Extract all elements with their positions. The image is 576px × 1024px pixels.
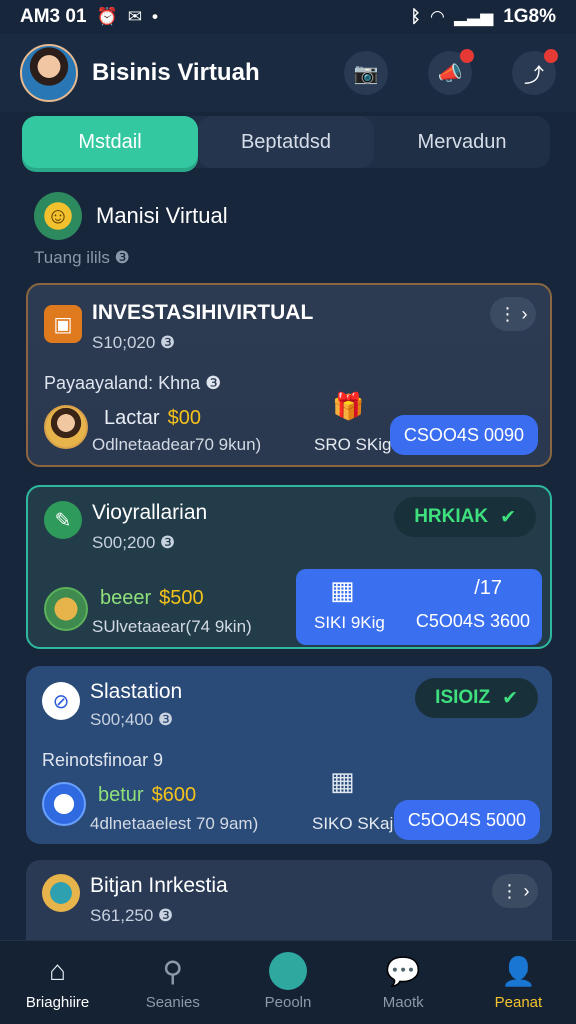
card-open-button[interactable]: ⋮ › (490, 297, 536, 331)
card-mini-sub: Odlnetaadear70 9kun) (92, 435, 262, 454)
card-amount: S00;200 ❸ (92, 533, 176, 552)
card-open-button[interactable]: ⋮ › (492, 874, 538, 908)
card-title: INVESTASIHIVIRTUAL (92, 301, 314, 324)
camera-icon: 📷 (353, 62, 379, 85)
card-title: Slastation (90, 680, 183, 703)
battery-level: 1G8% (503, 6, 556, 27)
chevron-right-icon: ⋮ › (500, 880, 530, 901)
card-amount: S61,250 ❸ (90, 906, 174, 925)
card-amount: S10;020 ❸ (92, 333, 176, 352)
investment-card[interactable]: ⊘ Slastation S00;400 ❸ ISIOIZ ✔ Reinotsf… (26, 666, 552, 844)
share-icon: ⤴ (524, 64, 544, 87)
investment-card[interactable]: ✎ Vioyrallarian S00;200 ❸ HRKIAK ✔ beeer… (26, 485, 552, 649)
mini-label: Lactar (104, 407, 160, 429)
nav-people[interactable]: Peooln (230, 941, 345, 1024)
status-badge[interactable]: ISIOIZ ✔ (415, 678, 538, 718)
avatar[interactable] (20, 44, 78, 102)
card-row-label: Reinotsfinoar 9 (42, 750, 164, 770)
card-mini-sub: 4dlnetaaelest 70 9am) (90, 814, 259, 833)
investment-panel[interactable]: ▦ SIKI 9Kig /17 C5O04S 3600 (296, 569, 542, 645)
mini-label: beeer (100, 587, 152, 609)
message-icon: ✉ (127, 7, 142, 26)
status-bar: AM3 01 ⏰ ✉ • ᛒ ◠ ▂▃▅ 1G8% (0, 0, 576, 34)
card-amount: S00;400 ❸ (90, 710, 174, 729)
status-label: ISIOIZ (435, 687, 491, 708)
nav-label: Peooln (264, 994, 312, 1011)
alarm-icon: ⏰ (96, 7, 118, 26)
section-header: ☺ Manisi Virtual (34, 192, 228, 240)
search-icon: ⚲ (162, 955, 184, 987)
coin-icon: ☺ (34, 192, 82, 240)
people-icon (269, 952, 307, 990)
nav-label: Briaghiire (25, 994, 90, 1011)
share-button[interactable]: ⤴ (512, 49, 558, 95)
gift-icon: 🎁 (332, 391, 365, 421)
jar-icon (44, 587, 88, 631)
box-icon: ▦ (330, 766, 355, 796)
home-icon: ⌂ (49, 955, 67, 986)
card-action-button[interactable]: CSOO4S 0090 (389, 415, 538, 455)
camera-button[interactable]: 📷 (344, 51, 388, 95)
tab-mervadun[interactable]: Mervadun (374, 116, 550, 168)
chest-icon: ▣ (44, 305, 82, 343)
nav-search[interactable]: ⚲ Seanies (115, 941, 230, 1024)
panel-top-text: /17 (474, 577, 502, 599)
card-row-label: Payaayaland: Khna ❸ (44, 373, 222, 393)
link-icon: ⊘ (42, 682, 80, 720)
signal-icon: ▂▃▅ (453, 7, 494, 26)
wallet-icon (42, 782, 86, 826)
section-title: Manisi Virtual (96, 203, 228, 228)
tab-mstdail[interactable]: Mstdail (22, 116, 198, 168)
panel-left-text: SIKI 9Kig (314, 613, 385, 632)
mini-money: $600 (151, 784, 197, 806)
nav-label: Peanat (494, 994, 543, 1011)
dot-icon: • (151, 7, 158, 26)
box-icon: ▦ (330, 575, 355, 605)
mini-money: $500 (159, 587, 204, 609)
status-time: AM3 01 (20, 6, 87, 27)
megaphone-icon: 📣 (437, 62, 463, 85)
card-mini-text: Lactar $00 (104, 407, 201, 430)
card-mid-text: SIKO SKaj (312, 814, 394, 833)
panel-right-text: C5O04S 3600 (415, 611, 530, 631)
check-icon: ✔ (502, 687, 518, 709)
nav-profile[interactable]: 👤 Peanat (461, 941, 576, 1024)
notification-badge (460, 49, 474, 63)
tab-bar: Mstdail Beptatdsd Mervadun (22, 116, 550, 168)
share-badge (544, 49, 558, 63)
card-mini-sub: SUlvetaaear(74 9kin) (92, 617, 252, 636)
investment-card[interactable]: ▣ INVESTASIHIVIRTUAL S10;020 ❸ ⋮ › Payaa… (26, 283, 552, 467)
mini-label: betur (98, 784, 144, 806)
card-mini-text: beeer $500 (100, 587, 204, 610)
app-title: Bisinis Virtuah (92, 59, 260, 86)
tab-beptatdsd[interactable]: Beptatdsd (198, 116, 374, 168)
nav-label: Maotk (382, 994, 424, 1011)
card-title: Vioyrallarian (92, 501, 208, 524)
notification-button[interactable]: 📣 (428, 49, 474, 95)
nav-market[interactable]: 💬 Maotk (346, 941, 461, 1024)
document-icon: ✎ (44, 501, 82, 539)
nav-home[interactable]: ⌂ Briaghiire (0, 941, 115, 1024)
card-mini-text: betur $600 (98, 784, 196, 807)
globe-icon (42, 874, 80, 912)
chat-icon: 💬 (385, 955, 421, 987)
card-mid-text: SRO SKig (314, 435, 392, 454)
app-header: Bisinis Virtuah 📷 📣 ⤴ (0, 34, 576, 112)
avatar (44, 405, 88, 449)
profile-icon: 👤 (500, 955, 536, 987)
bottom-nav: ⌂ Briaghiire ⚲ Seanies Peooln 💬 Maotk 👤 … (0, 940, 576, 1024)
mini-money: $00 (167, 407, 201, 429)
card-title: Bitjan Inrkestia (90, 874, 228, 897)
bluetooth-icon: ᛒ (410, 7, 421, 26)
check-icon: ✔ (500, 506, 516, 528)
section-subtitle: Tuang ilils ❸ (34, 248, 130, 267)
status-label: HRKIAK (414, 506, 489, 527)
wifi-icon: ◠ (430, 7, 444, 26)
status-badge[interactable]: HRKIAK ✔ (394, 497, 536, 537)
chevron-right-icon: ⋮ › (498, 303, 528, 324)
nav-label: Seanies (145, 994, 200, 1011)
card-action-button[interactable]: C5OO4S 5000 (393, 800, 540, 840)
